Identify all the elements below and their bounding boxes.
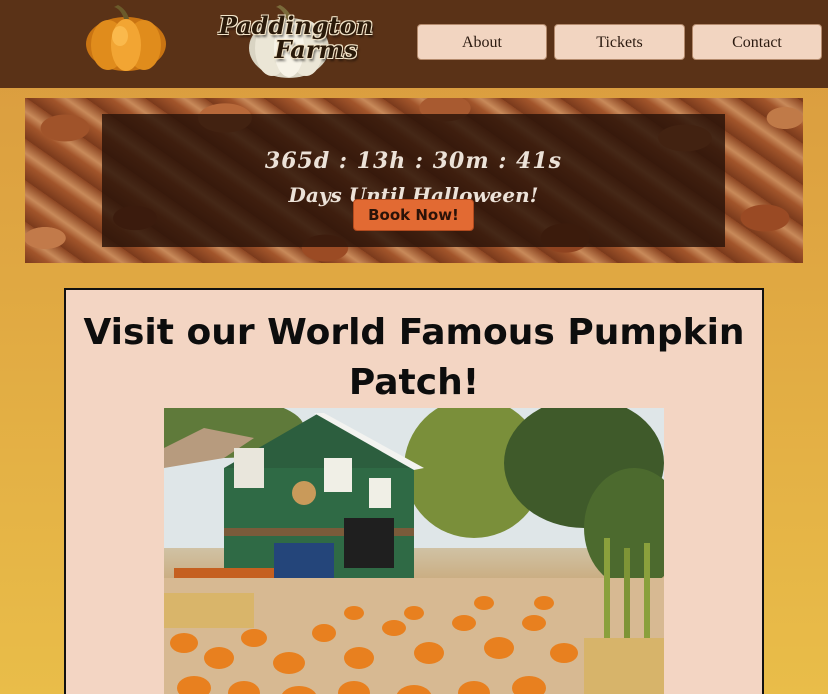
pumpkin-patch-photo <box>164 408 664 694</box>
site-logo[interactable]: Paddington Farms <box>84 2 373 84</box>
site-header: Paddington Farms About Tickets Contact <box>0 0 828 88</box>
nav-contact-button[interactable]: Contact <box>692 24 822 60</box>
logo-line2: Farms <box>274 35 358 64</box>
logo-wordmark: Paddington Farms <box>216 14 376 62</box>
pumpkin-patch-illustration <box>164 408 664 694</box>
pumpkin-patch-card: Visit our World Famous Pumpkin Patch! <box>64 288 764 694</box>
countdown-timer: 365d : 13h : 30m : 41s <box>264 148 563 174</box>
nav-about-button[interactable]: About <box>417 24 547 60</box>
nav-tickets-button[interactable]: Tickets <box>554 24 685 60</box>
halloween-banner: 365d : 13h : 30m : 41s Days Until Hallow… <box>25 98 803 263</box>
page-title: Visit our World Famous Pumpkin Patch! <box>83 312 745 403</box>
orange-pumpkin-icon <box>86 5 166 71</box>
book-now-button[interactable]: Book Now! <box>353 199 474 231</box>
